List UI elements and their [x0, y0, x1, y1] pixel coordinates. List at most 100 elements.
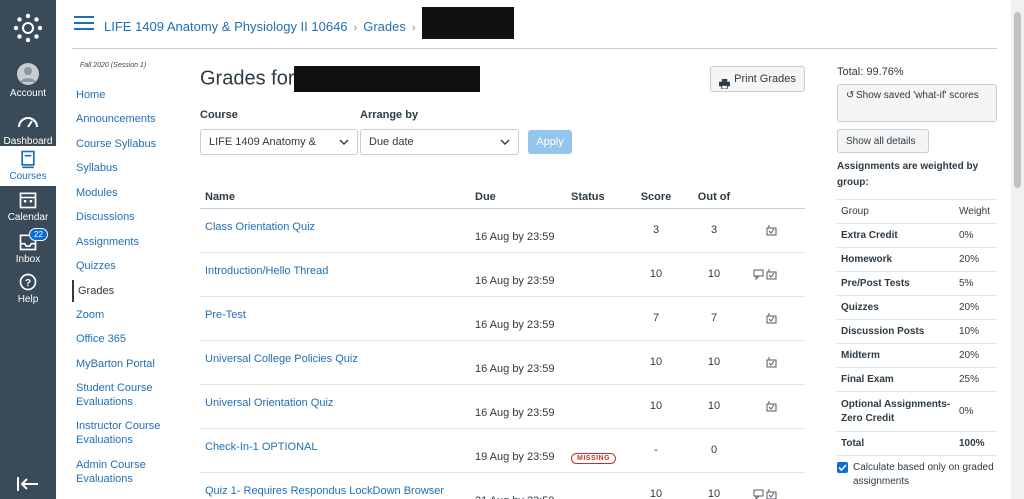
- print-grades-button[interactable]: Print Grades: [710, 66, 805, 92]
- header-divider: [72, 48, 997, 49]
- weight-group: Discussion Posts: [837, 319, 955, 344]
- course-nav-course-syllabus[interactable]: Course Syllabus: [72, 137, 156, 151]
- nav-courses[interactable]: Courses: [0, 146, 56, 186]
- course-menu-toggle-icon[interactable]: [74, 16, 94, 32]
- total-grade: Total: 99.76%: [837, 66, 904, 78]
- weight-group: Final Exam: [837, 367, 955, 392]
- weights-header-group: Group: [837, 199, 955, 224]
- column-header-name[interactable]: Name: [200, 186, 475, 209]
- course-nav: Fall 2020 (Session 1) Home Announcements…: [72, 62, 192, 485]
- grades-summary-sidebar: Total: 99.76% ↺ Show saved 'what-if' scor…: [837, 66, 997, 487]
- breadcrumb-course[interactable]: LIFE 1409 Anatomy & Physiology II 10646: [104, 19, 348, 34]
- rubric-icon[interactable]: [766, 488, 777, 499]
- status-cell: [571, 472, 627, 499]
- weight-row: Optional Assignments-Zero Credit 0%: [837, 391, 997, 432]
- course-nav-quizzes[interactable]: Quizzes: [72, 259, 116, 273]
- course-nav-zoom[interactable]: Zoom: [72, 308, 104, 322]
- weight-row: Quizzes 20%: [837, 295, 997, 320]
- chevron-down-icon: [500, 139, 510, 145]
- course-nav-home[interactable]: Home: [72, 88, 105, 102]
- breadcrumb: LIFE 1409 Anatomy & Physiology II 10646 ›…: [104, 7, 514, 39]
- score: 10: [627, 340, 685, 385]
- course-nav-mybarton-portal[interactable]: MyBarton Portal: [72, 357, 155, 371]
- status-cell: [571, 340, 627, 385]
- course-nav-discussions[interactable]: Discussions: [72, 210, 135, 224]
- comment-icon[interactable]: [753, 489, 764, 499]
- course-nav-instructor-evaluations[interactable]: Instructor Course Evaluations: [72, 419, 162, 447]
- page-title: Grades for: [200, 66, 481, 92]
- calculate-graded-only-checkbox[interactable]: [837, 462, 848, 473]
- weight-value: 0%: [955, 391, 997, 432]
- weight-row: Final Exam 25%: [837, 367, 997, 392]
- whatif-label: Show saved 'what-if' scores: [856, 90, 979, 101]
- assignment-link[interactable]: Check-In-1 OPTIONAL: [205, 441, 317, 453]
- out-of: 10: [685, 472, 743, 499]
- column-header-status[interactable]: Status: [571, 186, 627, 209]
- assignment-link[interactable]: Quiz 1- Requires Respondus LockDown Brow…: [205, 485, 444, 497]
- course-nav-admin-evaluations[interactable]: Admin Course Evaluations: [72, 458, 162, 486]
- course-nav-student-evaluations[interactable]: Student Course Evaluations: [72, 381, 162, 409]
- out-of: 10: [685, 252, 743, 297]
- missing-badge: MISSING: [571, 452, 617, 464]
- nav-account[interactable]: Account: [0, 62, 56, 99]
- status-cell: [571, 208, 627, 253]
- arrange-select-value: Due date: [369, 136, 414, 148]
- due-date: 19 Aug by 23:59: [475, 428, 571, 473]
- assignment-link[interactable]: Universal Orientation Quiz: [205, 397, 333, 409]
- course-nav-modules[interactable]: Modules: [72, 186, 118, 200]
- column-header-due[interactable]: Due: [475, 186, 571, 209]
- due-date: 31 Aug by 23:59: [475, 472, 571, 499]
- course-select[interactable]: LIFE 1409 Anatomy &: [200, 129, 358, 155]
- scrollbar-thumb[interactable]: [1014, 12, 1021, 188]
- show-whatif-button[interactable]: ↺ Show saved 'what-if' scores: [837, 84, 997, 122]
- calculate-graded-only-label: Calculate based only on graded assignmen…: [853, 462, 994, 487]
- page-header: LIFE 1409 Anatomy & Physiology II 10646 ›…: [56, 0, 1024, 49]
- breadcrumb-grades[interactable]: Grades: [363, 19, 406, 34]
- score: 10: [627, 384, 685, 429]
- rubric-icon[interactable]: [766, 356, 777, 368]
- apply-button[interactable]: Apply: [528, 130, 572, 154]
- course-nav-office-365[interactable]: Office 365: [72, 332, 126, 346]
- rubric-icon[interactable]: [766, 268, 777, 280]
- nav-dashboard[interactable]: Dashboard: [0, 110, 56, 147]
- course-select-label: Course: [200, 109, 238, 121]
- score: 10: [627, 252, 685, 297]
- due-date: 16 Aug by 23:59: [475, 252, 571, 297]
- assignment-link[interactable]: Class Orientation Quiz: [205, 221, 315, 233]
- page-scrollbar[interactable]: [1011, 0, 1024, 499]
- nav-account-label: Account: [9, 88, 47, 99]
- show-all-details-button[interactable]: Show all details: [837, 129, 929, 153]
- course-nav-assignments[interactable]: Assignments: [72, 235, 139, 249]
- redacted-student-name: [421, 7, 514, 39]
- comment-icon[interactable]: [753, 269, 764, 280]
- weight-row: Extra Credit 0%: [837, 223, 997, 248]
- column-header-out-of[interactable]: Out of: [685, 186, 743, 209]
- weight-row: Midterm 20%: [837, 343, 997, 368]
- nav-help[interactable]: ? Help: [0, 272, 56, 305]
- column-header-score[interactable]: Score: [627, 186, 685, 209]
- due-date: 16 Aug by 23:59: [475, 340, 571, 385]
- out-of: 0: [685, 428, 743, 473]
- dashboard-icon: [18, 117, 38, 128]
- weights-table: Group Weight Extra Credit 0% Homework 20% P…: [837, 199, 997, 456]
- nav-calendar[interactable]: Calendar: [0, 190, 56, 223]
- column-header-actions: [743, 186, 805, 209]
- status-cell: [571, 384, 627, 429]
- nav-inbox[interactable]: 22 Inbox: [0, 228, 56, 265]
- assignment-link[interactable]: Universal College Policies Quiz: [205, 353, 358, 365]
- weight-value: 20%: [955, 247, 997, 272]
- out-of: 10: [685, 384, 743, 429]
- assignment-link[interactable]: Introduction/Hello Thread: [205, 265, 328, 277]
- collapse-nav-icon[interactable]: [16, 474, 40, 494]
- course-nav-grades[interactable]: Grades: [72, 280, 114, 302]
- canvas-logo-icon[interactable]: [12, 12, 44, 44]
- rubric-icon[interactable]: [766, 224, 777, 236]
- course-nav-announcements[interactable]: Announcements: [72, 112, 156, 126]
- rubric-icon[interactable]: [766, 312, 777, 324]
- arrange-by-select[interactable]: Due date: [360, 129, 519, 155]
- rubric-icon[interactable]: [766, 400, 777, 412]
- printer-icon: [719, 74, 731, 90]
- course-nav-syllabus[interactable]: Syllabus: [72, 161, 118, 175]
- weight-value: 0%: [955, 223, 997, 248]
- assignment-link[interactable]: Pre-Test: [205, 309, 246, 321]
